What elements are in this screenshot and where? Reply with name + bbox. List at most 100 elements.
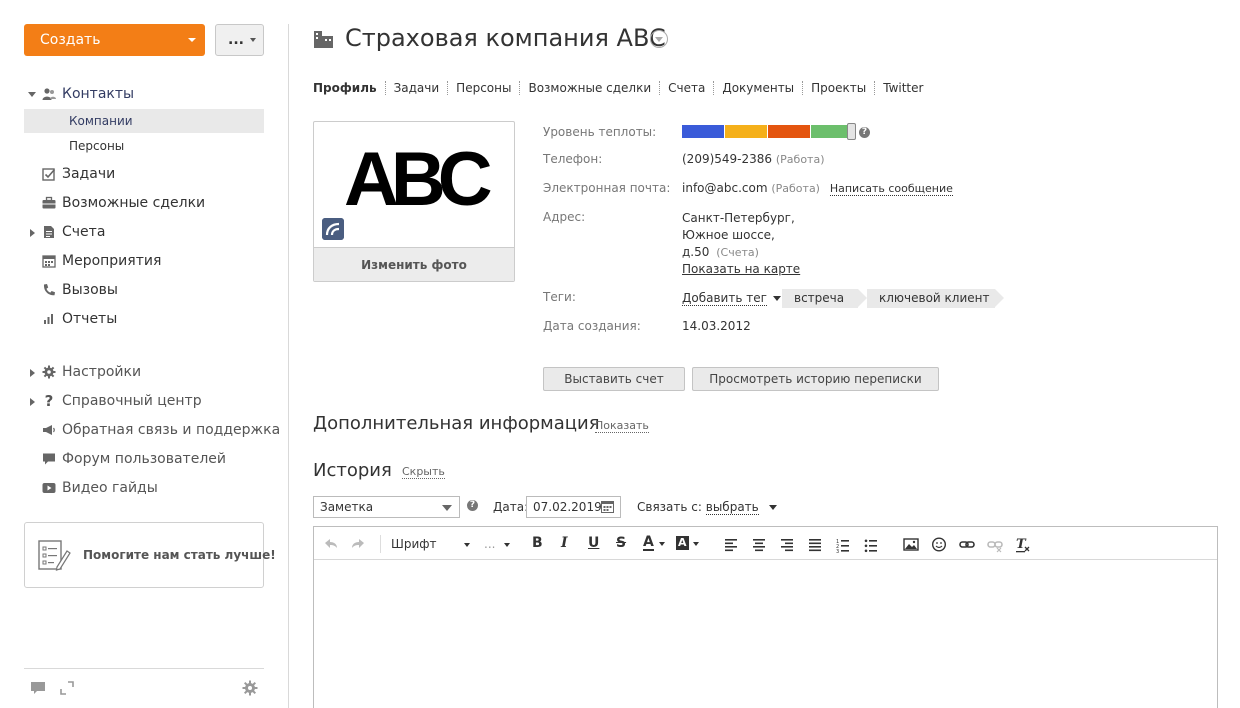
- redo-icon[interactable]: [349, 535, 367, 553]
- sidebar-item-invoices[interactable]: Счета: [24, 220, 264, 244]
- font-family-label: Шрифт: [391, 537, 437, 551]
- more-actions-button[interactable]: ...: [215, 24, 264, 56]
- tag-chip[interactable]: встреча: [782, 289, 867, 308]
- tab-persons[interactable]: Персоны: [447, 81, 519, 95]
- feedback-promo-text: Помогите нам стать лучше!: [83, 548, 276, 562]
- align-justify-icon[interactable]: [808, 535, 822, 553]
- emoji-icon[interactable]: [931, 535, 947, 553]
- phone-value: (209)549-2386 (Работа): [682, 152, 825, 166]
- align-right-icon[interactable]: [780, 535, 794, 553]
- expand-arrow-icon[interactable]: [30, 229, 35, 237]
- view-history-button[interactable]: Просмотреть историю переписки: [692, 367, 939, 391]
- create-invoice-button[interactable]: Выставить счет: [543, 367, 685, 391]
- date-input[interactable]: 07.02.2019: [526, 496, 621, 518]
- tab-profile[interactable]: Профиль: [313, 81, 385, 95]
- document-icon: [44, 226, 54, 238]
- phone-number[interactable]: (209)549-2386: [682, 152, 772, 166]
- sidebar-item-label: Счета: [62, 224, 106, 240]
- show-additional-link[interactable]: Показать: [595, 419, 649, 433]
- tab-deals[interactable]: Возможные сделки: [519, 81, 659, 95]
- expand-arrow-icon[interactable]: [30, 369, 35, 377]
- underline-icon[interactable]: U: [588, 535, 599, 551]
- sidebar-item-companies[interactable]: Компании: [24, 109, 264, 133]
- chevron-down-icon[interactable]: [659, 542, 665, 546]
- font-size-label: ...: [484, 537, 496, 551]
- sidebar-item-reports[interactable]: Отчеты: [24, 307, 264, 331]
- sidebar-item-label: Контакты: [62, 86, 135, 102]
- heat-level-bar[interactable]: [682, 125, 854, 138]
- sidebar-item-help-center[interactable]: ? Справочный центр: [24, 389, 264, 413]
- heat-slider-handle[interactable]: [847, 123, 856, 140]
- chevron-down-icon: [464, 542, 471, 547]
- clear-format-icon[interactable]: T: [1015, 535, 1031, 553]
- additional-info-title: Дополнительная информация: [313, 413, 600, 434]
- tag-chip[interactable]: ключевой клиент: [867, 289, 1004, 308]
- italic-icon[interactable]: I: [561, 535, 568, 551]
- company-logo: ABC: [344, 137, 493, 222]
- strikethrough-icon[interactable]: S: [616, 535, 626, 551]
- heat-segment[interactable]: [768, 125, 810, 138]
- highlight-color-icon[interactable]: A: [676, 536, 689, 550]
- sidebar-item-persons[interactable]: Персоны: [24, 134, 264, 158]
- gear-icon[interactable]: [242, 680, 258, 696]
- undo-icon[interactable]: [322, 535, 340, 553]
- chevron-down-icon[interactable]: [768, 505, 777, 510]
- title-menu-chevron-icon[interactable]: [650, 30, 668, 48]
- expand-arrow-icon[interactable]: [28, 92, 36, 97]
- expand-arrow-icon[interactable]: [30, 398, 35, 406]
- sidebar-item-deals[interactable]: Возможные сделки: [24, 191, 264, 215]
- create-button[interactable]: Создать: [24, 24, 205, 56]
- history-type-select[interactable]: Заметка: [313, 496, 460, 518]
- sidebar-item-feedback[interactable]: Обратная связь и поддержка: [24, 418, 280, 442]
- sidebar-item-settings[interactable]: Настройки: [24, 360, 264, 384]
- tab-tasks[interactable]: Задачи: [384, 81, 448, 95]
- link-icon[interactable]: [959, 535, 975, 553]
- editor-text-area[interactable]: [314, 561, 1217, 708]
- help-question-icon[interactable]: ?: [859, 127, 870, 138]
- tab-invoices[interactable]: Счета: [659, 81, 713, 95]
- phone-icon: [43, 284, 55, 296]
- image-icon[interactable]: [903, 535, 919, 553]
- add-tag-dropdown[interactable]: Добавить тег: [682, 291, 781, 306]
- align-left-icon[interactable]: [724, 535, 738, 553]
- sidebar-divider: [288, 24, 289, 708]
- tab-twitter[interactable]: Twitter: [874, 81, 931, 95]
- chevron-down-icon[interactable]: [693, 542, 699, 546]
- survey-pencil-icon: [38, 540, 71, 571]
- change-photo-button[interactable]: Изменить фото: [314, 247, 514, 281]
- calendar-icon[interactable]: [601, 500, 614, 513]
- sidebar-item-contacts[interactable]: Контакты: [24, 82, 264, 106]
- sidebar-item-video[interactable]: Видео гайды: [24, 476, 264, 500]
- sidebar-item-events[interactable]: Мероприятия: [24, 249, 264, 273]
- expand-icon[interactable]: [59, 680, 75, 696]
- address-label: Адрес:: [543, 210, 586, 224]
- write-message-link[interactable]: Написать сообщение: [829, 182, 953, 196]
- font-size-dropdown[interactable]: ...: [484, 537, 511, 551]
- hide-history-link[interactable]: Скрыть: [402, 465, 445, 479]
- text-color-icon[interactable]: A: [643, 535, 654, 551]
- show-on-map-link[interactable]: Показать на карте: [682, 262, 800, 276]
- gear-icon: [42, 365, 56, 379]
- link-with-select[interactable]: выбрать: [705, 500, 759, 515]
- more-label: ...: [228, 32, 244, 48]
- tab-projects[interactable]: Проекты: [802, 81, 874, 95]
- sidebar-item-tasks[interactable]: Задачи: [24, 162, 264, 186]
- sidebar-item-forum[interactable]: Форум пользователей: [24, 447, 264, 471]
- feedback-promo-box[interactable]: Помогите нам стать лучше!: [24, 522, 276, 588]
- chat-icon[interactable]: [30, 680, 46, 696]
- email-address[interactable]: info@abc.com: [682, 181, 768, 195]
- sidebar-item-label: Вызовы: [62, 282, 118, 298]
- heat-segment[interactable]: [725, 125, 767, 138]
- bullet-list-icon[interactable]: [864, 535, 878, 553]
- heat-segment[interactable]: [682, 125, 724, 138]
- sidebar-item-calls[interactable]: Вызовы: [24, 278, 264, 302]
- tab-documents[interactable]: Документы: [713, 81, 802, 95]
- edit-photo-icon[interactable]: [322, 218, 344, 240]
- help-question-icon[interactable]: ?: [467, 500, 478, 511]
- numbered-list-icon[interactable]: 123: [836, 535, 850, 553]
- align-center-icon[interactable]: [752, 535, 766, 553]
- font-family-dropdown[interactable]: Шрифт: [391, 537, 471, 551]
- unlink-icon[interactable]: [987, 535, 1003, 553]
- bold-icon[interactable]: B: [532, 535, 543, 551]
- profile-tabs: Профиль Задачи Персоны Возможные сделки …: [313, 80, 931, 96]
